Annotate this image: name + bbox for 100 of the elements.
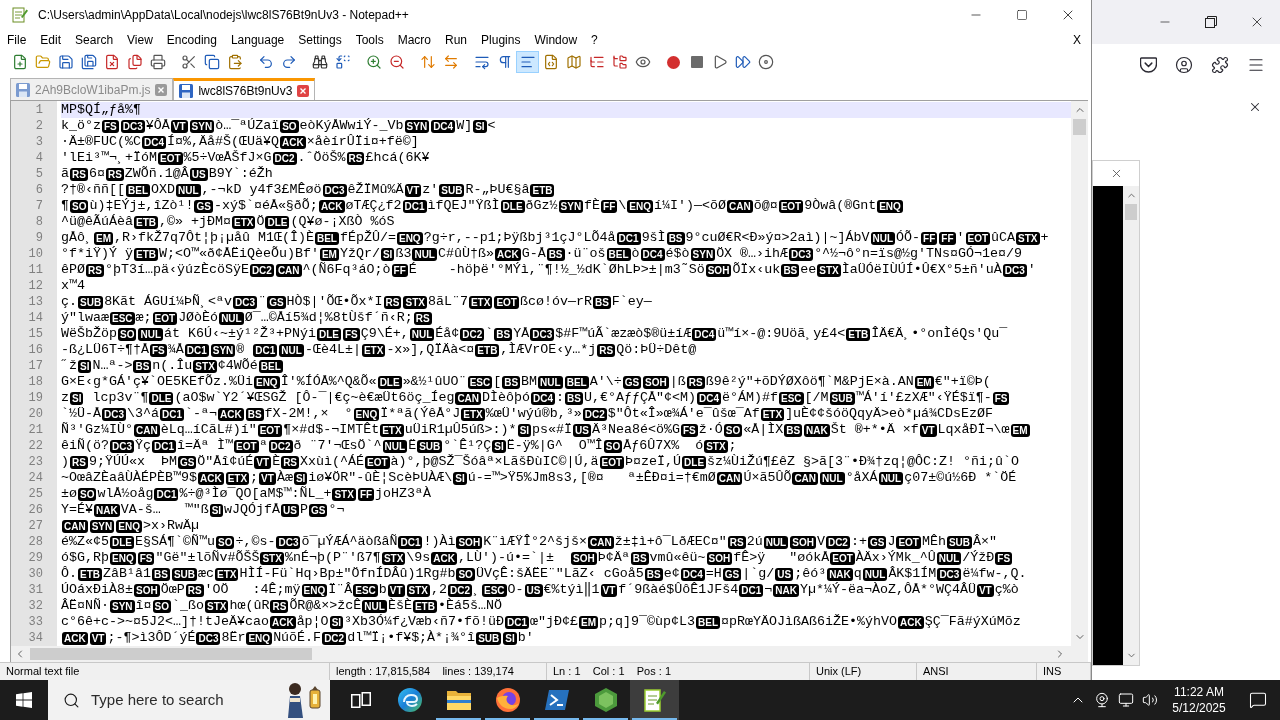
webcam-icon[interactable] <box>1094 692 1110 708</box>
code-text: ÜVçÊ:šÄËE¨"LãZ‹ cGoå5 <box>475 566 644 582</box>
menu-item[interactable]: Encoding <box>159 30 224 50</box>
control-character: EM <box>1010 423 1030 437</box>
code-text: BM <box>521 374 538 390</box>
search-box[interactable]: Type here to search <box>48 680 330 720</box>
control-character: SO <box>280 119 299 133</box>
code-text: wlÅ½oåg <box>97 486 154 502</box>
zoom-in-icon <box>365 54 382 70</box>
control-character: ENQ <box>627 199 653 213</box>
insert-mode-status: INS <box>1043 664 1062 680</box>
indent-guide-button[interactable] <box>516 51 539 73</box>
code-text: êiÑ(ö? <box>61 438 109 454</box>
code-text: °`Ê¹?Ç <box>443 438 492 454</box>
control-character: NUL <box>820 471 845 485</box>
control-character: FS <box>992 391 1010 405</box>
code-text: [ <box>493 374 502 390</box>
list-tree-icon <box>588 54 605 70</box>
code-text: ) <box>61 454 69 470</box>
menu-item[interactable]: Edit <box>33 30 69 50</box>
menu-item[interactable]: File <box>0 30 34 50</box>
scrollbar-thumb[interactable] <box>1125 204 1137 220</box>
line-number: 9 <box>35 230 43 246</box>
shield-chevron-icon[interactable] <box>1139 57 1157 73</box>
menu-item[interactable]: ? <box>584 30 605 50</box>
control-character: ESC <box>779 391 804 405</box>
line-number: 7 <box>35 198 43 214</box>
control-character: BS <box>133 359 152 373</box>
code-text: ë¼fw-,Q. <box>962 566 1027 582</box>
clock-button[interactable]: 11:22 AM 5/12/2025 <box>1162 680 1236 720</box>
control-character: ENQ <box>253 375 280 389</box>
files-icon <box>126 54 143 70</box>
code-text: ZWÕñ.1@Â <box>124 166 189 182</box>
control-character: STX <box>332 487 356 501</box>
control-character: SYN <box>110 599 135 613</box>
menu-icon[interactable] <box>1247 56 1265 74</box>
code-text: ^ü@êÃúÁèâ <box>61 214 133 230</box>
code-text: W;<O™«ð¢ÅËiQèeÕu)Bf' <box>159 246 319 262</box>
menu-item[interactable]: Plugins <box>474 30 528 50</box>
monitor-icon[interactable] <box>1118 692 1134 708</box>
control-character: SYN <box>558 199 584 213</box>
code-text: P <box>300 502 308 518</box>
speaker-icon[interactable] <box>1142 692 1158 708</box>
control-character: DC3 <box>937 567 962 581</box>
code-text: ¥ÔÅ <box>145 118 170 134</box>
line-number: 17 <box>28 358 43 374</box>
code-text: Åƒ6Û7X% ó <box>623 438 704 454</box>
menu-item[interactable]: View <box>120 30 160 50</box>
code-text: ý"lwaæ <box>61 310 109 326</box>
control-character: SI <box>78 359 92 373</box>
control-character: NUL <box>409 327 435 341</box>
notepad-icon <box>642 688 667 712</box>
menu-item[interactable]: Run <box>438 30 475 50</box>
control-character: ESC <box>353 583 378 597</box>
code-text: ps«#Ï <box>532 422 573 438</box>
close-icon[interactable] <box>297 84 310 97</box>
code-text: ¸ <box>473 582 482 598</box>
control-character: ETB <box>530 183 555 197</box>
control-character: DLE <box>377 375 402 389</box>
code-text: €"+ï©Þ( <box>934 374 991 390</box>
line-number: 2 <box>35 118 43 134</box>
taskbar-app-button[interactable] <box>630 680 679 720</box>
puzzle-icon[interactable] <box>1211 56 1229 74</box>
control-character: STX <box>1016 231 1040 245</box>
close-document-button[interactable]: X <box>1069 30 1085 50</box>
code-text: (aO$w`Y2´¥ŒSGŽ [Ô-¯|€ç~è€æÜt6öç_Íeg <box>174 390 455 406</box>
scrollbar-thumb[interactable] <box>30 648 312 660</box>
notification-icon[interactable] <box>1249 691 1267 709</box>
code-text: -x»],QÏÄà<¤ <box>386 342 475 358</box>
close-icon[interactable] <box>1248 100 1262 114</box>
line-number: 22 <box>28 438 43 454</box>
scrollbar-thumb[interactable] <box>1073 119 1086 135</box>
control-character: NAK <box>94 503 120 517</box>
control-character: ENQ <box>877 199 903 213</box>
account-icon[interactable] <box>1175 56 1193 74</box>
code-text: LqxåÐÏ¬\œ <box>937 422 1010 438</box>
wrap-text-icon <box>473 54 490 70</box>
control-character: SOH <box>790 535 816 549</box>
line-number: 11 <box>28 262 43 278</box>
code-text: «Å|ÌX <box>743 422 784 438</box>
menu-item[interactable]: Settings <box>291 30 349 50</box>
control-character: SO <box>118 327 137 341</box>
file-x-icon <box>103 54 120 70</box>
menu-item[interactable]: Window <box>527 30 585 50</box>
menu-item[interactable]: Language <box>223 30 292 50</box>
control-character: BS <box>781 263 800 277</box>
code-text: F`ey— <box>611 294 652 310</box>
control-character: DC1 <box>152 439 177 453</box>
control-character: EOT <box>365 455 390 469</box>
code-text: p;q]9¯©ùp¢L3 <box>599 614 696 630</box>
file-tab[interactable]: lwc8lS76Bt9nUv3 <box>173 78 316 100</box>
menu-item[interactable]: Tools <box>348 30 391 50</box>
code-text: ˝ž <box>61 358 77 374</box>
code-text: Št ®+*•Ä ×f <box>830 422 919 438</box>
menu-item[interactable]: Search <box>68 30 121 50</box>
search-field[interactable]: Type here to search <box>91 688 271 712</box>
control-character: ENQ <box>396 231 423 245</box>
menu-item[interactable]: Macro <box>390 30 438 50</box>
code-text: ÷,©s- <box>235 534 276 550</box>
control-character: SI <box>209 503 224 517</box>
